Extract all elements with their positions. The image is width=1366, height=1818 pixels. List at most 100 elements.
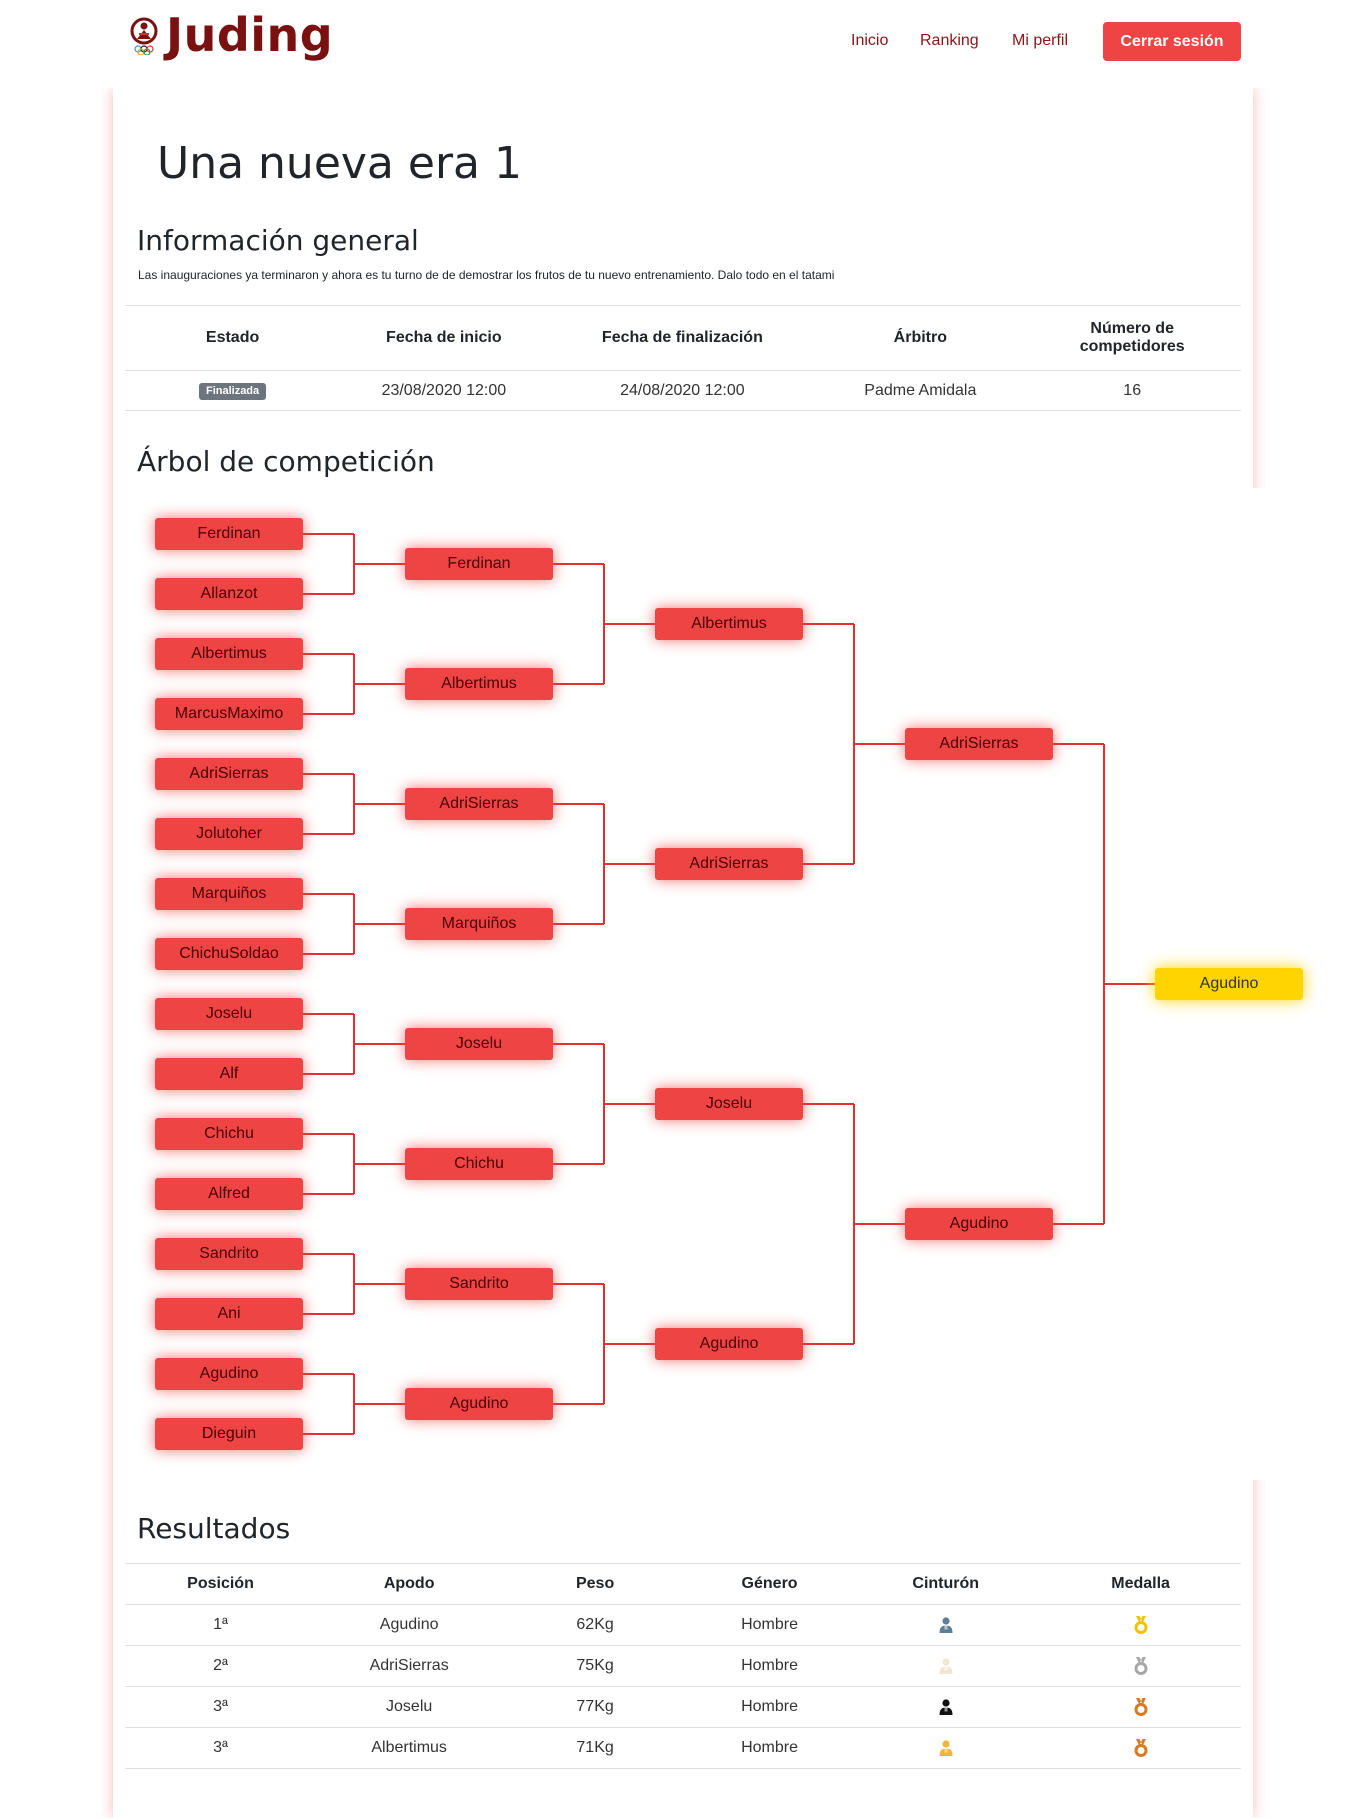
bracket-node-r3[interactable]: AdriSierras [655,848,803,880]
info-table-row: Finalizada 23/08/2020 12:00 24/08/2020 1… [125,371,1241,411]
info-table-header: Estado Fecha de inicio Fecha de finaliza… [125,305,1241,371]
gender-cell: Hombre [741,1616,798,1633]
bracket-node-r1[interactable]: Marquiños [155,878,303,910]
bracket-node-r1[interactable]: Chichu [155,1118,303,1150]
header-arbitro: Árbitro [893,329,947,346]
results-heading: Resultados [137,1512,291,1545]
medal-silver-icon [1134,1656,1148,1675]
bracket-heading: Árbol de competición [137,445,435,478]
bracket-node-r1[interactable]: Jolutoher [155,818,303,850]
medal-cell [1040,1687,1241,1728]
medal-cell [1040,1728,1241,1769]
nickname-cell: Albertimus [371,1739,447,1756]
position-cell: 2ª [213,1657,228,1674]
weight-cell: 62Kg [576,1616,614,1633]
bracket-node-r3[interactable]: Joselu [655,1088,803,1120]
bracket-node-r2[interactable]: Albertimus [405,668,553,700]
belt-yellow-icon [939,1740,953,1756]
belt-cell [851,1605,1040,1646]
nav-link-ranking[interactable]: Ranking [920,32,979,50]
brand-name: Juding [166,8,334,62]
results-row: 1ª Agudino 62Kg Hombre [125,1605,1241,1646]
belt-white-icon [939,1658,953,1674]
header-peso: Peso [575,1575,615,1592]
header-genero: Género [741,1575,798,1592]
nickname-cell: Joselu [386,1698,433,1715]
bracket-node-r4[interactable]: Agudino [905,1208,1053,1240]
bracket-node-r2[interactable]: Joselu [405,1028,553,1060]
position-cell: 1ª [213,1616,228,1633]
header-apodo: Apodo [383,1575,435,1592]
results-row: 3ª Joselu 77Kg Hombre [125,1687,1241,1728]
results-table: Posición Apodo Peso Género Cinturón Meda… [125,1563,1241,1769]
medal-cell [1040,1605,1241,1646]
position-cell: 3ª [213,1739,228,1756]
bracket-node-r1[interactable]: AdriSierras [155,758,303,790]
weight-cell: 77Kg [576,1698,614,1715]
nav-link-mi-perfil[interactable]: Mi perfil [1012,32,1068,50]
belt-cell [851,1646,1040,1687]
bracket-node-r1[interactable]: Allanzot [155,578,303,610]
weight-cell: 75Kg [576,1657,614,1674]
bracket-node-r2[interactable]: Ferdinan [405,548,553,580]
bracket-node-r4[interactable]: AdriSierras [905,728,1053,760]
nickname-cell: AdriSierras [369,1657,449,1674]
status-badge: Finalizada [198,383,267,400]
bracket-node-r1[interactable]: Sandrito [155,1238,303,1270]
bracket-node-r1[interactable]: Joselu [155,998,303,1030]
nav-link-inicio[interactable]: Inicio [851,32,888,50]
belt-blue-icon [939,1617,953,1633]
results-table-header: Posición Apodo Peso Género Cinturón Meda… [125,1563,1241,1605]
medal-bronze-icon [1134,1738,1148,1757]
bracket-node-r1[interactable]: ChichuSoldao [155,938,303,970]
gender-cell: Hombre [741,1739,798,1756]
bracket-node-r1[interactable]: Agudino [155,1358,303,1390]
bracket-node-r1[interactable]: Dieguin [155,1418,303,1450]
brand[interactable]: Juding [128,12,333,58]
header-fecha-inicio: Fecha de inicio [386,329,502,346]
bracket-node-r1[interactable]: MarcusMaximo [155,698,303,730]
belt-black-icon [939,1699,953,1715]
bracket-node-r2[interactable]: Marquiños [405,908,553,940]
bracket-node-r1[interactable]: Albertimus [155,638,303,670]
medal-bronze-icon [1134,1697,1148,1716]
bracket-node-r1[interactable]: Alfred [155,1178,303,1210]
gender-cell: Hombre [741,1698,798,1715]
bracket-node-r2[interactable]: Chichu [405,1148,553,1180]
page-title: Una nueva era 1 [157,138,522,189]
bracket-node-r2[interactable]: AdriSierras [405,788,553,820]
navbar: Juding Inicio Ranking Mi perfil Cerrar s… [0,0,1366,88]
judo-logo-icon [130,17,158,55]
bracket-node-r3[interactable]: Agudino [655,1328,803,1360]
results-row: 3ª Albertimus 71Kg Hombre [125,1728,1241,1769]
header-cinturon: Cinturón [912,1575,980,1592]
bracket-node-r1[interactable]: Alf [155,1058,303,1090]
bracket-node-r3[interactable]: Albertimus [655,608,803,640]
bracket-node-r2[interactable]: Agudino [405,1388,553,1420]
position-cell: 3ª [213,1698,228,1715]
champion-node[interactable]: Agudino [1155,968,1303,1000]
logout-button[interactable]: Cerrar sesión [1103,22,1241,61]
nickname-cell: Agudino [379,1616,439,1633]
bracket-node-r1[interactable]: Ferdinan [155,518,303,550]
belt-cell [851,1728,1040,1769]
bracket-node-r1[interactable]: Ani [155,1298,303,1330]
start-date: 23/08/2020 12:00 [381,381,507,399]
description: Las inauguraciones ya terminaron y ahora… [138,268,835,282]
bracket-node-r2[interactable]: Sandrito [405,1268,553,1300]
competitor-count: 16 [1123,381,1142,399]
header-estado: Estado [205,329,260,346]
gender-cell: Hombre [741,1657,798,1674]
results-row: 2ª AdriSierras 75Kg Hombre [125,1646,1241,1687]
weight-cell: 71Kg [576,1739,614,1756]
header-posicion: Posición [187,1575,254,1592]
medal-cell [1040,1646,1241,1687]
status-cell: Finalizada [125,371,340,411]
medal-gold-icon [1134,1615,1148,1634]
info-heading: Información general [137,224,419,257]
belt-cell [851,1687,1040,1728]
header-fecha-fin: Fecha de finalización [601,329,763,346]
header-numero-competidores: Número de competidores [1079,320,1185,355]
end-date: 24/08/2020 12:00 [620,381,745,399]
info-table: Estado Fecha de inicio Fecha de finaliza… [125,305,1241,411]
